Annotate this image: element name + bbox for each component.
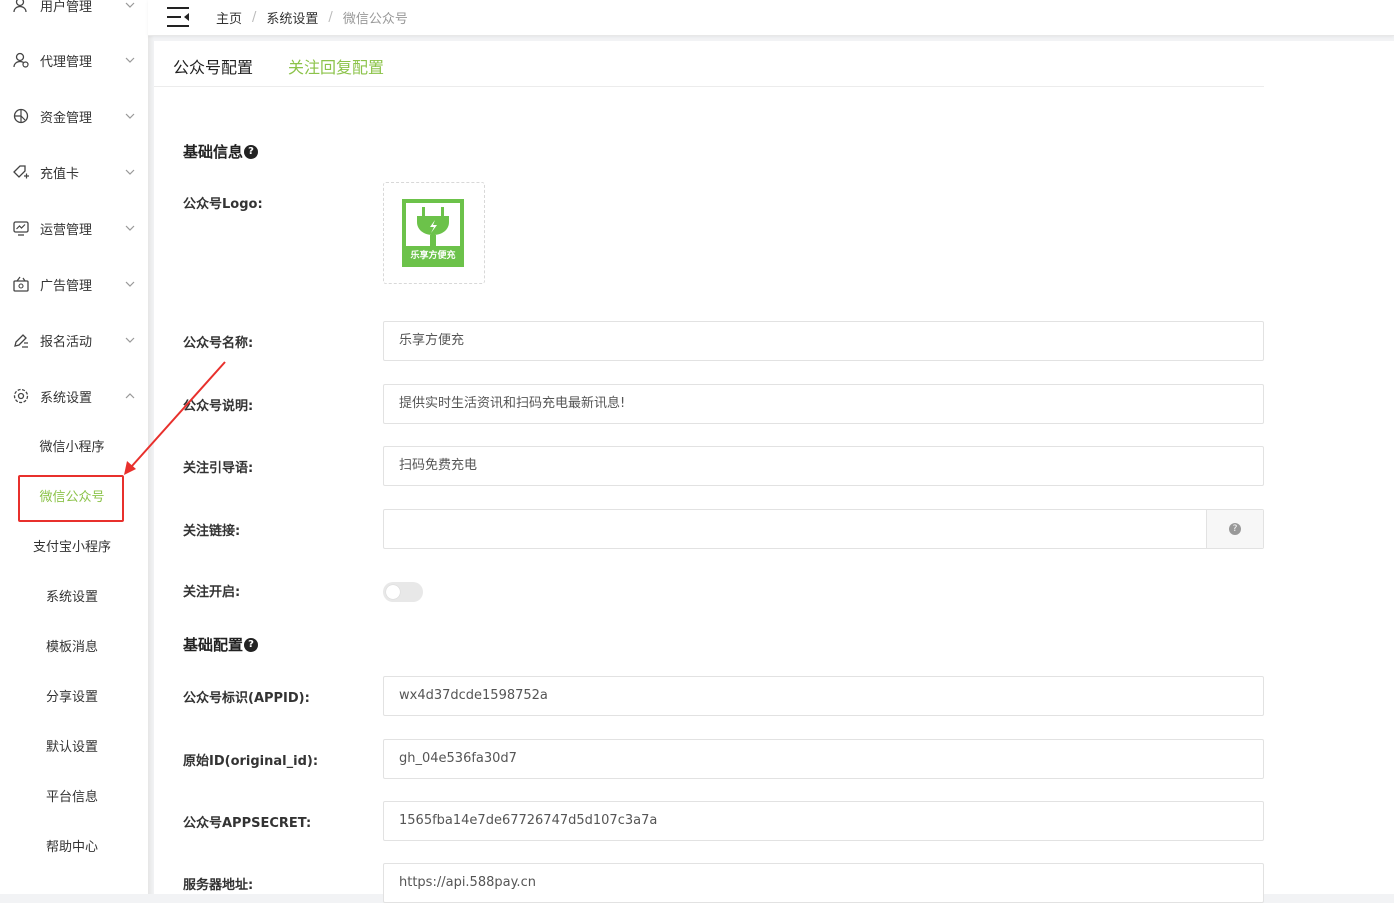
sub-item-template-message[interactable]: 模板消息	[0, 633, 144, 663]
section-basic-info: 基础信息 ?	[183, 141, 259, 162]
sidebar-item-label: 广告管理	[40, 278, 93, 294]
follow-open-label: 关注开启:	[183, 585, 241, 600]
help-icon[interactable]: ?	[244, 144, 259, 159]
user-icon	[13, 0, 27, 13]
sub-item-system-settings[interactable]: 系统设置	[0, 583, 144, 613]
breadcrumb-current: 微信公众号	[342, 12, 408, 27]
appsecret-input[interactable]: 1565fba14e7de67726747d5d107c3a7a	[383, 801, 1264, 841]
logo-caption: 乐享方便充	[410, 251, 456, 261]
follow-open-toggle[interactable]	[383, 582, 423, 602]
agent-icon	[13, 52, 29, 68]
sidebar-item-signup[interactable]: 报名活动	[0, 320, 148, 360]
sub-item-default-settings[interactable]: 默认设置	[0, 733, 144, 763]
sidebar-item-label: 系统设置	[40, 390, 93, 406]
edit-icon	[14, 334, 28, 348]
chevron-down-icon	[125, 169, 135, 175]
section-title: 基础配置	[183, 636, 244, 654]
sidebar-item-ads[interactable]: 广告管理	[0, 264, 148, 304]
description-input[interactable]: 提供实时生活资讯和扫码充电最新讯息!	[383, 384, 1264, 424]
sidebar-item-label: 充值卡	[40, 166, 80, 182]
server-label: 服务器地址:	[183, 878, 254, 893]
chevron-down-icon	[125, 337, 135, 343]
breadcrumb-home[interactable]: 主页	[216, 8, 242, 27]
original-id-label: 原始ID(original_id):	[183, 754, 319, 769]
chart-icon	[13, 221, 29, 236]
funds-icon	[13, 108, 29, 124]
logo-upload[interactable]: 乐享方便充	[383, 182, 485, 284]
logo-label: 公众号Logo:	[183, 197, 263, 212]
sidebar-item-label: 资金管理	[40, 110, 93, 126]
sidebar-item-label: 代理管理	[40, 54, 93, 70]
toggle-knob	[386, 585, 400, 599]
tab-follow-reply-config[interactable]: 关注回复配置	[288, 54, 384, 78]
breadcrumb: 主页 / 系统设置 / 微信公众号	[216, 8, 408, 27]
sidebar-item-users[interactable]: 用户管理	[0, 0, 148, 25]
sub-item-wechat-miniprogram[interactable]: 微信小程序	[0, 433, 144, 463]
appsecret-label: 公众号APPSECRET:	[183, 816, 312, 831]
original-id-input[interactable]: gh_04e536fa30d7	[383, 739, 1264, 779]
section-basic-config: 基础配置 ?	[183, 634, 259, 655]
sidebar-item-funds[interactable]: 资金管理	[0, 96, 148, 136]
sub-item-alipay-miniprogram[interactable]: 支付宝小程序	[0, 533, 144, 563]
breadcrumb-system-settings[interactable]: 系统设置	[266, 8, 318, 27]
chevron-down-icon	[125, 281, 135, 287]
sub-item-share-settings[interactable]: 分享设置	[0, 683, 144, 713]
help-icon[interactable]: ?	[244, 637, 259, 652]
card-icon	[13, 165, 29, 179]
breadcrumb-separator: /	[328, 10, 333, 25]
name-label: 公众号名称:	[183, 336, 254, 351]
sub-item-help-center[interactable]: 帮助中心	[0, 833, 144, 863]
follow-link-help-addon[interactable]: ?	[1206, 510, 1263, 548]
follow-guide-label: 关注引导语:	[183, 461, 254, 476]
annotation-highlight-box	[18, 475, 124, 522]
follow-link-label: 关注链接:	[183, 524, 241, 539]
sidebar-item-agents[interactable]: 代理管理	[0, 40, 148, 80]
sidebar-item-label: 用户管理	[40, 0, 93, 15]
tab-account-config[interactable]: 公众号配置	[173, 54, 253, 78]
help-icon: ?	[1229, 523, 1241, 535]
sidebar: 用户管理 代理管理 资金管理 充值卡 运营管理 广告管理 报名活动 系统设置 微…	[0, 0, 148, 894]
server-input[interactable]: https://api.588pay.cn	[383, 863, 1264, 903]
name-input[interactable]: 乐享方便充	[383, 321, 1264, 361]
main-panel: 公众号配置 关注回复配置 基础信息 ? 公众号Logo: 乐享方便充 公众号名称…	[154, 41, 1394, 903]
sub-item-platform-info[interactable]: 平台信息	[0, 783, 144, 813]
ad-icon	[13, 276, 29, 292]
menu-toggle-icon[interactable]	[166, 6, 190, 28]
description-label: 公众号说明:	[183, 399, 254, 414]
chevron-down-icon	[125, 2, 135, 8]
sidebar-item-label: 运营管理	[40, 222, 93, 238]
gear-icon	[13, 388, 29, 404]
tab-bar: 公众号配置 关注回复配置	[154, 41, 1264, 87]
section-title: 基础信息	[183, 143, 244, 161]
appid-input[interactable]: wx4d37dcde1598752a	[383, 676, 1264, 716]
sidebar-item-label: 报名活动	[40, 334, 93, 350]
breadcrumb-separator: /	[252, 10, 257, 25]
chevron-up-icon	[125, 393, 135, 399]
topbar: 主页 / 系统设置 / 微信公众号	[148, 0, 1394, 36]
chevron-down-icon	[125, 225, 135, 231]
chevron-down-icon	[125, 113, 135, 119]
chevron-down-icon	[125, 57, 135, 63]
follow-link-group: ?	[383, 509, 1264, 549]
sidebar-item-system-settings[interactable]: 系统设置	[0, 376, 148, 416]
sidebar-item-recharge-card[interactable]: 充值卡	[0, 152, 148, 192]
sidebar-item-operations[interactable]: 运营管理	[0, 208, 148, 248]
appid-label: 公众号标识(APPID):	[183, 691, 310, 706]
follow-guide-input[interactable]: 扫码免费充电	[383, 446, 1264, 486]
